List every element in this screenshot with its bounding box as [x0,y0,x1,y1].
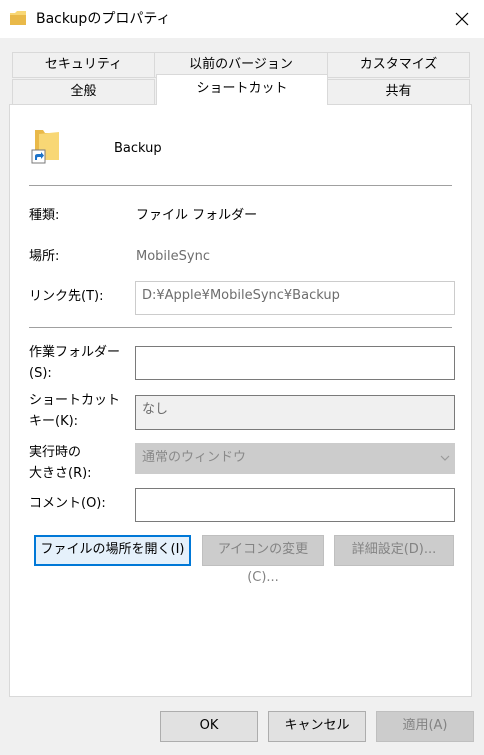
close-button[interactable] [446,5,478,33]
target-label: リンク先(T): [29,289,104,304]
ok-button[interactable]: OK [160,711,258,742]
tab-general[interactable]: 全般 [12,79,155,105]
run-size-value: 通常のウィンドウ [142,450,247,465]
run-size-label-line2: 大きさ(R): [29,466,92,481]
close-icon [455,12,469,26]
tab-security[interactable]: セキュリティ [12,52,155,78]
workdir-label-line1: 作業フォルダー [29,345,121,360]
comment-field[interactable] [135,488,455,522]
type-value: ファイル フォルダー [136,208,258,223]
cancel-button[interactable]: キャンセル [268,711,366,742]
separator [29,327,452,328]
tab-shortcut[interactable]: ショートカット [156,74,328,105]
shortcut-folder-icon [31,128,61,164]
hotkey-label-line1: ショートカット [29,393,121,408]
workdir-label-line2: (S): [29,366,52,381]
folder-icon [10,11,26,25]
run-size-label-line1: 実行時の [29,445,82,460]
hotkey-label-line2: キー(K): [29,414,79,429]
location-label: 場所: [29,249,60,264]
open-file-location-button[interactable]: ファイルの場所を開く(I) [34,535,191,566]
location-value: MobileSync [136,249,210,264]
window-title: Backupのプロパティ [36,11,171,27]
hotkey-field[interactable]: なし [135,395,455,430]
run-size-select[interactable]: 通常のウィンドウ [135,443,455,474]
shortcut-name: Backup [114,141,162,156]
tab-customize[interactable]: カスタマイズ [327,52,470,78]
tab-sharing[interactable]: 共有 [327,79,470,105]
advanced-button[interactable]: 詳細設定(D)... [334,535,454,566]
comment-label: コメント(O): [29,496,106,511]
type-label: 種類: [29,208,60,223]
workdir-field[interactable] [135,346,455,380]
change-icon-button[interactable]: アイコンの変更(C)... [202,535,324,585]
target-field[interactable]: D:¥Apple¥MobileSync¥Backup [135,281,455,315]
chevron-down-icon [440,455,450,461]
separator [29,185,452,186]
apply-button[interactable]: 適用(A) [376,711,474,742]
